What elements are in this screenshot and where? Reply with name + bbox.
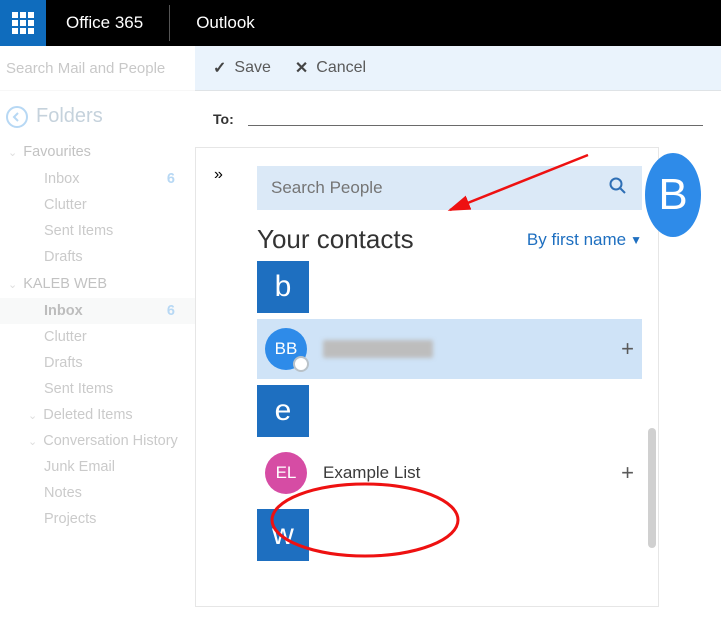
app-label: Outlook — [176, 13, 275, 33]
check-icon: ✓ — [213, 58, 226, 78]
letter-header-e[interactable]: e — [257, 385, 309, 437]
scrollbar-thumb[interactable] — [648, 428, 656, 548]
left-pane: Folders ⌄ Favourites Inbox6 Clutter Sent… — [0, 46, 195, 626]
folder-clutter[interactable]: Clutter — [0, 192, 195, 218]
close-icon: ✕ — [295, 58, 308, 78]
app-launcher[interactable] — [0, 0, 46, 46]
folder-junk-email[interactable]: Junk Email — [0, 454, 195, 480]
search-icon[interactable] — [608, 176, 628, 201]
sort-dropdown[interactable]: By first name ▼ — [527, 230, 642, 250]
folders-title: Folders — [36, 105, 103, 128]
unread-badge: 6 — [167, 171, 175, 187]
chevron-down-icon: ⌄ — [28, 409, 37, 422]
caret-down-icon: ▼ — [630, 233, 642, 247]
preview-avatar: B — [645, 153, 701, 237]
letter-header-b[interactable]: b — [257, 261, 309, 313]
folder-notes[interactable]: Notes — [0, 480, 195, 506]
folder-sent-items[interactable]: Sent Items — [0, 218, 195, 244]
add-contact-button[interactable]: + — [621, 336, 634, 362]
folder-clutter[interactable]: Clutter — [0, 324, 195, 350]
contact-name — [323, 340, 433, 358]
folder-conversation-history[interactable]: ⌄Conversation History — [0, 428, 195, 454]
save-button[interactable]: ✓ Save — [213, 58, 271, 78]
chevron-double-right-icon: » — [214, 166, 223, 184]
header-divider — [169, 5, 170, 41]
group-label: Favourites — [23, 144, 91, 160]
folder-drafts[interactable]: Drafts — [0, 350, 195, 376]
search-row — [0, 46, 195, 91]
search-input[interactable] — [6, 60, 189, 77]
avatar: EL — [265, 452, 307, 494]
chevron-down-icon: ⌄ — [28, 435, 37, 448]
to-input[interactable] — [248, 112, 703, 126]
contacts-title: Your contacts — [257, 224, 414, 255]
cancel-button[interactable]: ✕ Cancel — [295, 58, 366, 78]
search-people-input[interactable] — [271, 178, 557, 198]
contacts-header: Your contacts By first name ▼ — [257, 224, 642, 255]
folder-tree: ⌄ Favourites Inbox6 Clutter Sent Items D… — [0, 138, 195, 532]
compose-toolbar: ✓ Save ✕ Cancel — [195, 46, 721, 91]
contact-row[interactable]: BB + — [257, 319, 642, 379]
main-pane: ✓ Save ✕ Cancel To: » — [195, 46, 721, 626]
add-contact-button[interactable]: + — [621, 460, 634, 486]
group-favourites[interactable]: ⌄ Favourites — [0, 138, 195, 166]
brand-label[interactable]: Office 365 — [46, 13, 163, 33]
folder-inbox[interactable]: Inbox6 — [0, 298, 195, 324]
folder-inbox[interactable]: Inbox6 — [0, 166, 195, 192]
folder-drafts[interactable]: Drafts — [0, 244, 195, 270]
folders-header[interactable]: Folders — [0, 91, 195, 138]
waffle-icon — [12, 12, 34, 34]
contact-preview: B — [659, 147, 719, 607]
group-kaleb-web[interactable]: ⌄ KALEB WEB — [0, 270, 195, 298]
search-people-box[interactable] — [257, 166, 642, 210]
chevron-down-icon: ⌄ — [8, 278, 17, 291]
expand-handle[interactable]: » — [195, 147, 241, 607]
chevron-down-icon: ⌄ — [8, 146, 17, 159]
avatar: BB — [265, 328, 307, 370]
group-label: KALEB WEB — [23, 276, 107, 292]
presence-indicator — [293, 356, 309, 372]
letter-header-w[interactable]: w — [257, 509, 309, 561]
back-icon[interactable] — [6, 106, 28, 128]
people-picker-panel: Your contacts By first name ▼ b BB + e — [241, 147, 659, 607]
top-bar: Office 365 Outlook — [0, 0, 721, 46]
contact-name: Example List — [323, 463, 420, 483]
contact-row[interactable]: EL Example List + — [257, 443, 642, 503]
folder-projects[interactable]: Projects — [0, 506, 195, 532]
folder-sent-items[interactable]: Sent Items — [0, 376, 195, 402]
unread-badge: 6 — [167, 303, 175, 319]
to-label: To: — [213, 111, 234, 127]
to-field-row: To: — [195, 91, 721, 135]
folder-deleted-items[interactable]: ⌄Deleted Items — [0, 402, 195, 428]
